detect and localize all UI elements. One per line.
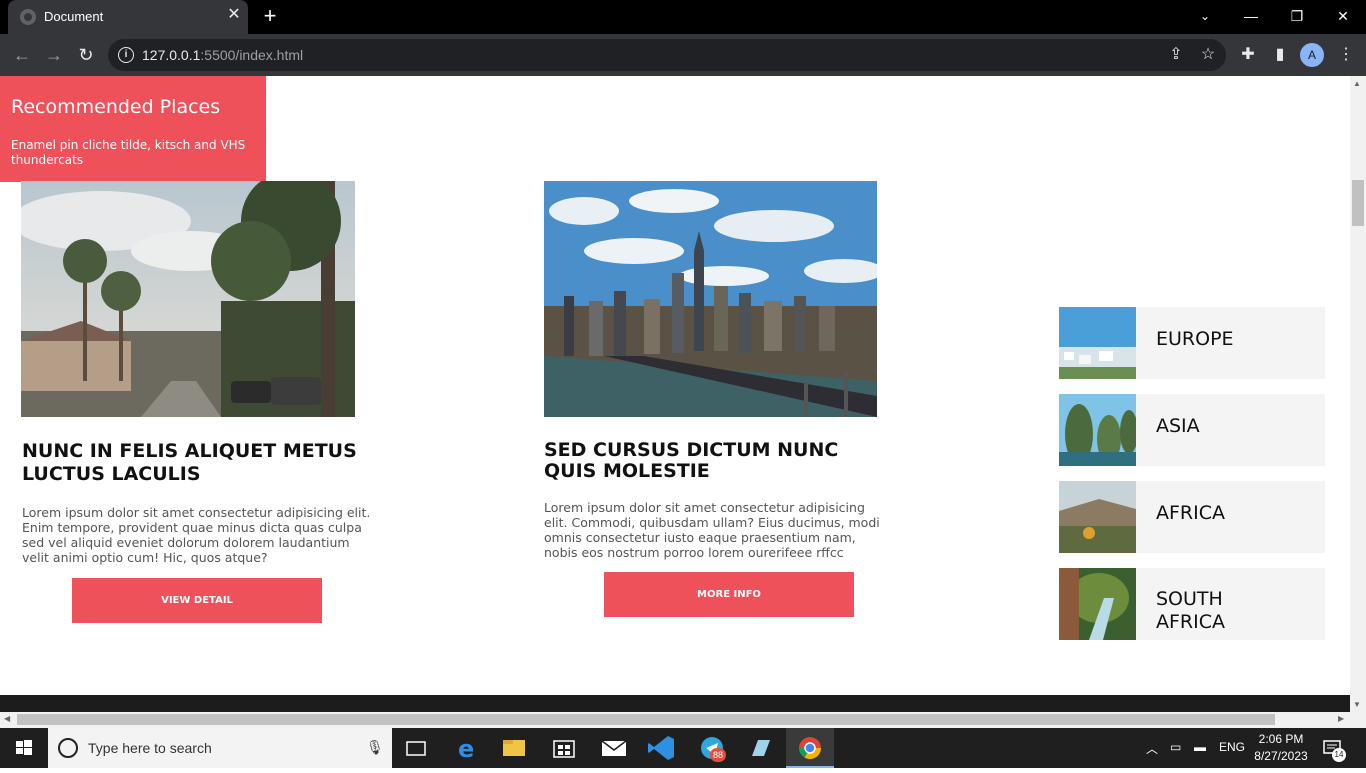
notification-count: 14	[1332, 748, 1346, 762]
address-bar[interactable]: i 127.0.0.1:5500/index.html ⇪ ☆	[108, 39, 1226, 71]
svg-text:e: e	[458, 735, 474, 763]
scroll-down-arrow-icon[interactable]: ▼	[1353, 700, 1361, 709]
url-host: 127.0.0.1	[142, 47, 201, 63]
scroll-right-arrow-icon[interactable]: ▶	[1338, 714, 1344, 723]
side-panel-icon[interactable]: ▮	[1268, 43, 1292, 67]
window-close-icon[interactable]: ✕	[1320, 0, 1366, 34]
restore-icon[interactable]: ❐	[1274, 0, 1320, 34]
network-icon[interactable]: ▭	[1170, 740, 1181, 754]
place-label: SOUTH AFRICA	[1156, 588, 1225, 633]
minimize-icon[interactable]: —	[1228, 0, 1274, 34]
search-placeholder: Type here to search	[88, 740, 212, 756]
taskbar-search-box[interactable]: Type here to search 🎙	[48, 728, 392, 768]
profile-avatar[interactable]: A	[1300, 43, 1324, 67]
place-label: EUROPE	[1156, 328, 1234, 350]
tab-search-icon[interactable]: ⌄	[1182, 0, 1228, 34]
place-africa[interactable]: AFRICA	[1059, 481, 1325, 553]
bookmark-star-icon[interactable]: ☆	[1196, 43, 1220, 67]
menu-kebab-icon[interactable]: ⋮	[1334, 43, 1358, 67]
scroll-up-arrow-icon[interactable]: ▲	[1353, 79, 1361, 88]
windows-taskbar: Type here to search 🎙 e 88 ︿ ▭ ▬ ENG 2:0…	[0, 728, 1366, 768]
show-hidden-icons-icon[interactable]: ︿	[1146, 740, 1158, 757]
place-label: ASIA	[1156, 415, 1200, 437]
clock-date[interactable]: 8/27/2023	[1252, 749, 1310, 763]
vscode-icon[interactable]	[638, 728, 686, 768]
place-label: AFRICA	[1156, 502, 1225, 524]
back-icon[interactable]: ←	[10, 43, 34, 67]
place-thumbnail	[1059, 568, 1136, 640]
mail-icon[interactable]	[590, 728, 638, 768]
place-thumbnail	[1059, 307, 1136, 379]
new-tab-icon[interactable]: +	[258, 4, 282, 28]
microphone-icon[interactable]: 🎙	[366, 739, 384, 756]
cortana-icon	[58, 738, 78, 758]
card-title: SED CURSUS DICTUM NUNC QUIS MOLESTIE	[544, 439, 839, 482]
telegram-badge: 88	[710, 748, 726, 762]
url-text[interactable]: 127.0.0.1:5500/index.html	[142, 47, 303, 63]
windows-logo-icon	[16, 740, 32, 755]
more-info-button[interactable]: MORE INFO	[604, 572, 854, 617]
vertical-scroll-thumb[interactable]	[1352, 180, 1364, 226]
vertical-scrollbar[interactable]	[1350, 76, 1366, 712]
start-button[interactable]	[0, 728, 48, 768]
tab-strip: Document ✕ + ⌄ — ❐ ✕	[0, 0, 1366, 34]
language-indicator[interactable]: ENG	[1219, 740, 1245, 754]
horizontal-scroll-thumb[interactable]	[17, 714, 1275, 725]
browser-toolbar: ← → ↻ i 127.0.0.1:5500/index.html ⇪ ☆ ✚ …	[0, 34, 1366, 76]
card-title: NUNC IN FELIS ALIQUET METUS LUCTUS LACUL…	[22, 440, 357, 485]
page-viewport: NUNC IN FELIS ALIQUET METUS LUCTUS LACUL…	[0, 76, 1350, 712]
dark-section-edge	[0, 695, 1350, 712]
recommended-subtext: Enamel pin cliche tilde, kitsch and VHS …	[11, 138, 246, 167]
url-path: :5500/index.html	[200, 47, 304, 63]
place-south-africa[interactable]: SOUTH AFRICA	[1059, 568, 1325, 640]
clock-time[interactable]: 2:06 PM	[1256, 732, 1306, 746]
card-text: Lorem ipsum dolor sit amet consectetur a…	[22, 505, 371, 565]
edge-icon[interactable]: e	[442, 728, 490, 768]
card-image-city	[544, 181, 877, 417]
telegram-icon[interactable]: 88	[688, 728, 736, 768]
notifications-icon[interactable]: 14	[1322, 738, 1346, 762]
recommended-places-panel: Recommended Places Enamel pin cliche til…	[0, 76, 266, 182]
card-image-street	[21, 181, 355, 417]
site-info-icon[interactable]: i	[118, 47, 134, 63]
place-europe[interactable]: EUROPE	[1059, 307, 1325, 379]
tab-title: Document	[44, 9, 104, 24]
extensions-icon[interactable]: ✚	[1236, 43, 1260, 67]
chrome-icon[interactable]	[786, 728, 834, 768]
task-view-icon[interactable]	[392, 728, 440, 768]
place-thumbnail	[1059, 394, 1136, 466]
view-detail-button[interactable]: VIEW DETAIL	[72, 578, 322, 623]
store-icon[interactable]	[540, 728, 588, 768]
tab-document[interactable]: Document ✕	[8, 0, 248, 34]
file-explorer-icon[interactable]	[490, 728, 538, 768]
share-icon[interactable]: ⇪	[1164, 43, 1188, 67]
close-tab-icon[interactable]: ✕	[226, 7, 242, 23]
scroll-left-arrow-icon[interactable]: ◀	[4, 714, 10, 723]
card-text: Lorem ipsum dolor sit amet consectetur a…	[544, 500, 880, 560]
recommended-heading: Recommended Places	[11, 96, 221, 118]
app-icon[interactable]	[736, 728, 784, 768]
battery-icon[interactable]: ▬	[1194, 740, 1206, 754]
place-asia[interactable]: ASIA	[1059, 394, 1325, 466]
place-thumbnail	[1059, 481, 1136, 553]
reload-icon[interactable]: ↻	[74, 43, 98, 67]
forward-icon[interactable]: →	[42, 43, 66, 67]
globe-icon	[20, 9, 36, 25]
